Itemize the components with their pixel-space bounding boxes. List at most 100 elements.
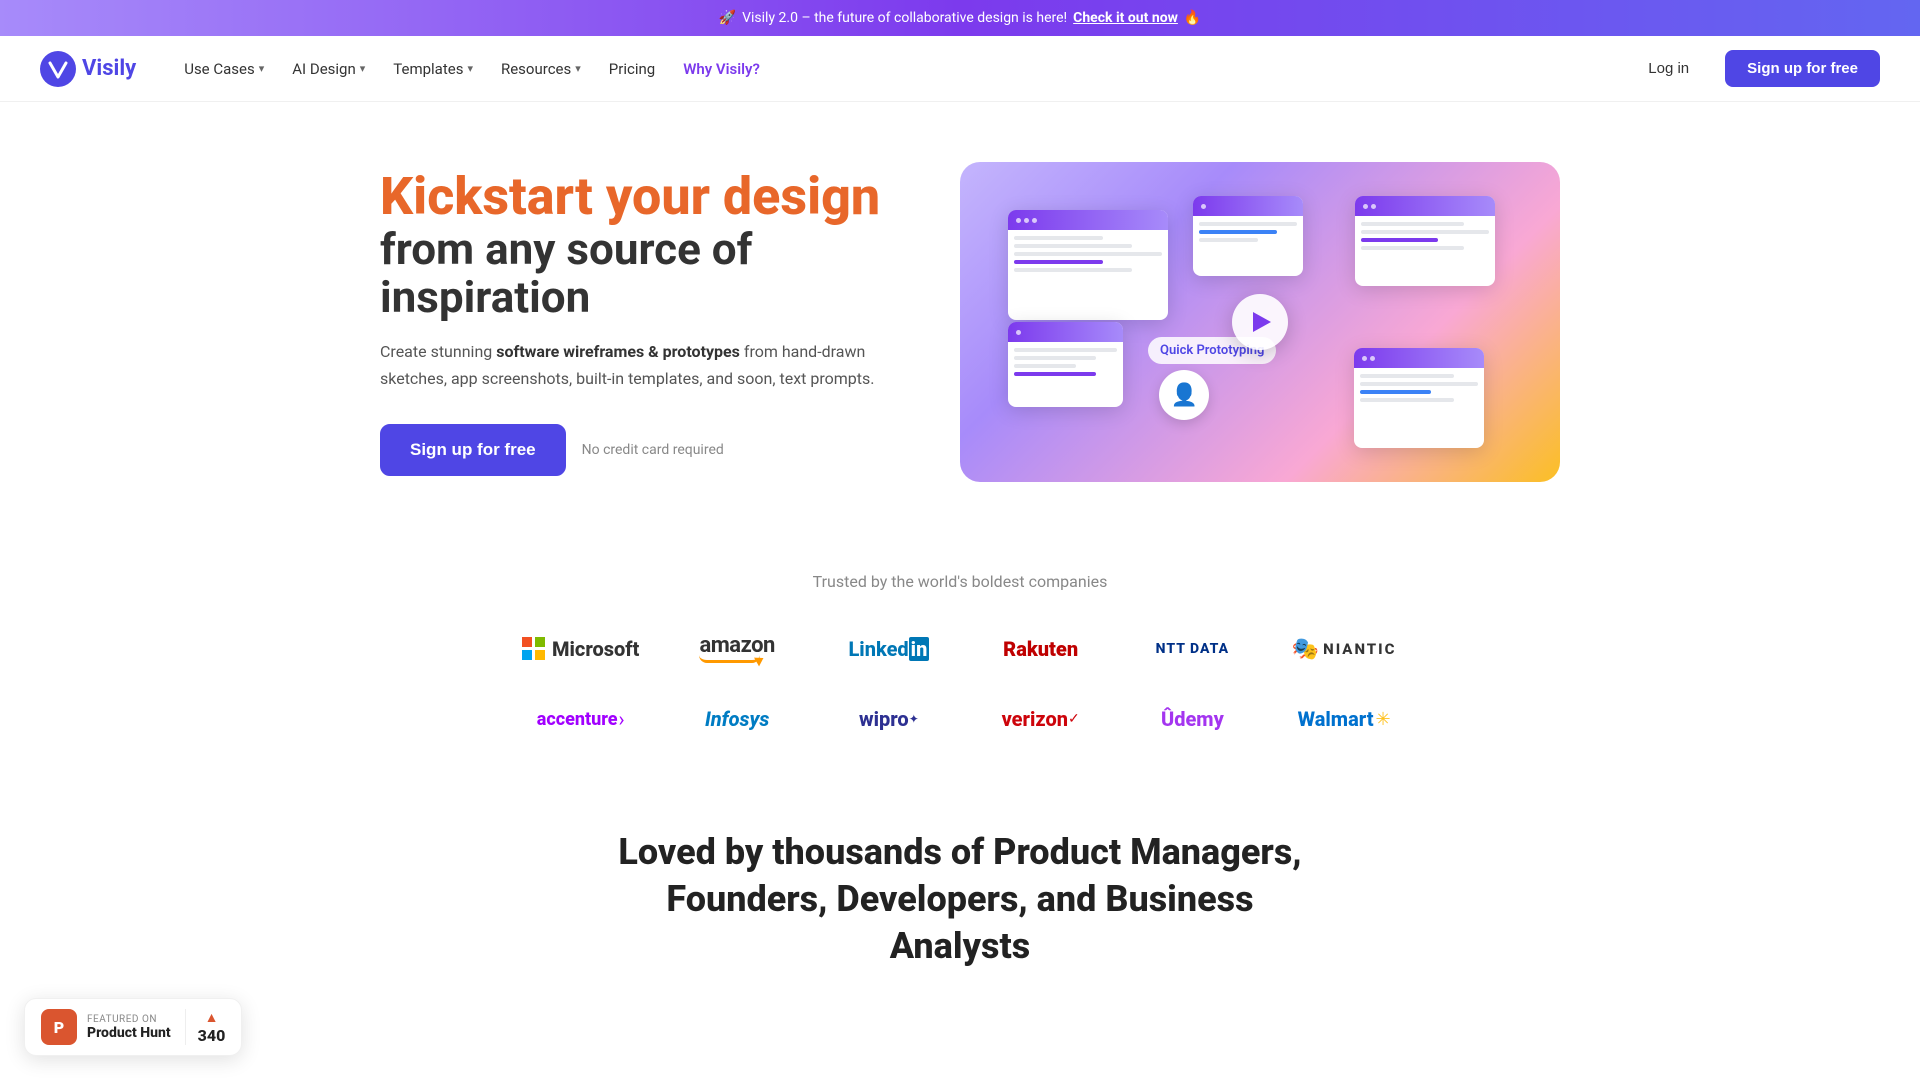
product-hunt-icon: P [41, 1009, 77, 1045]
hero-title: Kickstart your design from any source of… [380, 168, 900, 322]
main-nav: Visily Use Cases ▾ AI Design ▾ Templates… [0, 36, 1920, 102]
ms-square-blue [522, 650, 532, 660]
nav-item-ai-design[interactable]: AI Design ▾ [280, 52, 377, 86]
nav-item-why-visily[interactable]: Why Visily? [671, 52, 772, 86]
card-dot [1016, 218, 1021, 223]
ph-featured-label: FEATURED ON [87, 1014, 171, 1025]
card-header [1008, 210, 1168, 230]
logo[interactable]: Visily [40, 51, 136, 87]
trusted-title: Trusted by the world's boldest companies [40, 572, 1880, 591]
card-line [1014, 364, 1076, 368]
accenture-name: accenture [537, 709, 618, 730]
microsoft-squares [522, 637, 546, 661]
card-dot [1363, 204, 1368, 209]
nav-actions: Log in Sign up for free [1628, 50, 1880, 87]
chevron-down-icon: ▾ [360, 62, 366, 75]
play-icon [1253, 312, 1271, 332]
card-line [1014, 260, 1103, 264]
logo-udemy: Ûdemy [1149, 699, 1236, 739]
banner-cta[interactable]: Check it out now [1073, 10, 1178, 26]
trusted-section: Trusted by the world's boldest companies… [0, 522, 1920, 789]
udemy-name: Ûdemy [1161, 707, 1224, 731]
card-body [1355, 216, 1495, 256]
logo-infosys: Infosys [693, 699, 781, 739]
walmart-star: ✳ [1376, 709, 1391, 730]
product-hunt-badge[interactable]: P FEATURED ON Product Hunt ▲ 340 [24, 998, 242, 1056]
nttdata-name: NTT DATA [1156, 641, 1229, 657]
ph-number: 340 [198, 1026, 226, 1045]
ms-square-yellow [535, 650, 545, 660]
logo-text: Visily [82, 56, 136, 81]
niantic-icon: 🎭 [1292, 637, 1319, 662]
hero-content: Kickstart your design from any source of… [380, 168, 900, 476]
microsoft-name: Microsoft [552, 637, 639, 661]
logo-amazon: amazon [687, 627, 786, 671]
banner-emoji-left: 🚀 [719, 10, 736, 26]
accenture-accent: › [619, 707, 625, 731]
infosys-name: Infosys [705, 707, 769, 731]
linkedin-name: Linkedin [848, 637, 929, 661]
amazon-arrow [699, 655, 759, 663]
banner-text: Visily 2.0 – the future of collaborative… [742, 10, 1067, 26]
card-body [1008, 342, 1123, 382]
card-line [1014, 268, 1132, 272]
nav-item-use-cases[interactable]: Use Cases ▾ [172, 52, 276, 86]
chevron-down-icon: ▾ [467, 62, 473, 75]
avatar: 👤 [1159, 370, 1209, 420]
hero-desc-prefix: Create stunning [380, 342, 496, 361]
card-dot [1370, 356, 1375, 361]
bottom-teaser-title: Loved by thousands of Product Managers, … [610, 829, 1310, 969]
card-line [1014, 348, 1117, 352]
card-dot [1016, 330, 1021, 335]
card-line [1014, 252, 1162, 256]
rakuten-name: Rakuten [1003, 637, 1078, 661]
logo-nttdata: NTT DATA [1144, 633, 1241, 665]
card-line [1199, 222, 1297, 226]
mockup-card-4 [1008, 322, 1123, 407]
card-header [1355, 196, 1495, 216]
play-button[interactable] [1232, 294, 1288, 350]
signup-button-nav[interactable]: Sign up for free [1725, 50, 1880, 87]
card-body [1193, 216, 1303, 248]
login-button[interactable]: Log in [1628, 52, 1709, 85]
wipro-dot: ✦ [909, 712, 919, 726]
card-line [1361, 222, 1463, 226]
hero-description: Create stunning software wireframes & pr… [380, 338, 900, 392]
card-line [1360, 374, 1454, 378]
card-dot [1201, 204, 1206, 209]
ms-square-red [522, 637, 532, 647]
card-body [1008, 230, 1168, 278]
visily-logo-icon [40, 51, 76, 87]
card-line [1361, 230, 1489, 234]
logos-grid: Microsoft amazon Linkedin Rakuten NTT DA… [510, 627, 1410, 739]
no-credit-label: No credit card required [582, 442, 724, 458]
hero-image-bg: Quick Prototyping 👤 [960, 162, 1560, 482]
amazon-text: amazon [699, 635, 774, 663]
nav-item-pricing[interactable]: Pricing [597, 52, 667, 86]
verizon-name: verizon [1002, 707, 1068, 731]
nav-item-resources[interactable]: Resources ▾ [489, 52, 593, 86]
hero-cta: Sign up for free No credit card required [380, 424, 900, 476]
bottom-teaser-section: Loved by thousands of Product Managers, … [0, 789, 1920, 969]
verizon-check: ✓ [1068, 711, 1080, 727]
mockup-container: Quick Prototyping 👤 [980, 182, 1540, 462]
logo-walmart: Walmart ✳ [1286, 699, 1403, 739]
banner-emoji-right: 🔥 [1184, 10, 1201, 26]
card-dot [1032, 218, 1037, 223]
ph-text: FEATURED ON Product Hunt [87, 1014, 171, 1041]
signup-button-hero[interactable]: Sign up for free [380, 424, 566, 476]
card-line [1360, 398, 1454, 402]
logo-microsoft: Microsoft [510, 629, 651, 669]
ph-arrow-icon: ▲ [205, 1009, 219, 1026]
nav-item-templates[interactable]: Templates ▾ [381, 52, 485, 86]
ph-name: Product Hunt [87, 1025, 171, 1041]
ms-square-green [535, 637, 545, 647]
mockup-card-1 [1008, 210, 1168, 320]
card-dot [1024, 218, 1029, 223]
card-header [1354, 348, 1484, 368]
niantic-name: NIANTIC [1323, 640, 1396, 658]
hero-title-line2: from any source of inspiration [380, 225, 900, 322]
chevron-down-icon: ▾ [575, 62, 581, 75]
card-line [1014, 244, 1132, 248]
chevron-down-icon: ▾ [259, 62, 265, 75]
